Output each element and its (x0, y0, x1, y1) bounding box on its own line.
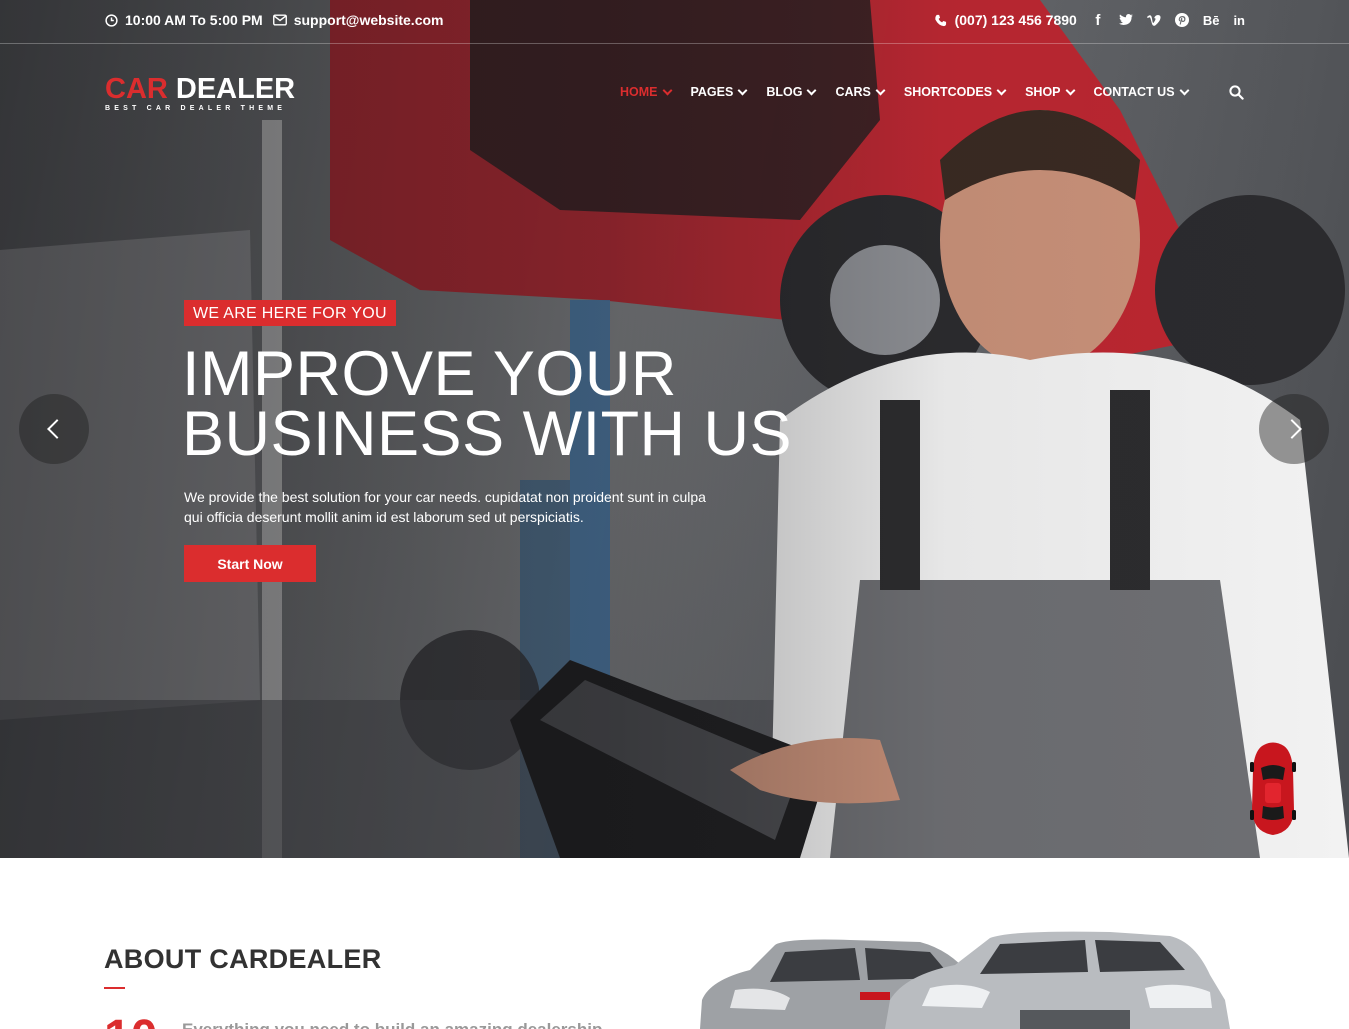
nav-item-contact-us[interactable]: CONTACT US (1093, 85, 1189, 99)
about-title-underline (104, 987, 125, 989)
chevron-down-icon (737, 85, 748, 95)
chevron-down-icon (807, 85, 817, 95)
about-cars-image (690, 930, 1235, 1029)
nav-item-pages[interactable]: PAGES (690, 85, 748, 99)
hero-description-line-1: We provide the best solution for your ca… (184, 489, 706, 505)
clock-icon (104, 13, 118, 27)
page: 10:00 AM To 5:00 PM support@website.com … (0, 0, 1349, 1029)
logo-wordmark: CAR DEALER (105, 73, 295, 105)
chevron-down-icon (1179, 85, 1189, 95)
nav-item-label: SHOP (1025, 85, 1061, 99)
back-to-top-car-icon[interactable] (1248, 740, 1298, 838)
top-bar-contact: 10:00 AM To 5:00 PM support@website.com (104, 12, 444, 28)
chevron-right-icon (1281, 419, 1302, 439)
logo-word-car: CAR (105, 73, 168, 105)
top-bar-right: (007) 123 456 7890 f Bē in (934, 12, 1245, 29)
logo-word-dealer: DEALER (167, 73, 296, 105)
hero-badge: WE ARE HERE FOR YOU (184, 300, 396, 326)
hours-text: 10:00 AM To 5:00 PM (125, 12, 263, 28)
nav-item-label: HOME (620, 85, 658, 99)
linkedin-icon[interactable]: in (1233, 13, 1245, 28)
email-item[interactable]: support@website.com (272, 12, 444, 28)
hero-headline-line-2: BUSINESS WITH US (182, 399, 793, 469)
nav-item-label: CONTACT US (1093, 85, 1175, 99)
hero-headline: IMPROVE YOUR BUSINESS WITH US (182, 339, 802, 469)
phone-item[interactable]: (007) 123 456 7890 (934, 12, 1077, 28)
chevron-down-icon (875, 85, 886, 95)
logo-tagline: BEST CAR DEALER THEME (105, 105, 287, 112)
nav-item-label: PAGES (690, 85, 734, 99)
email-link[interactable]: support@website.com (294, 12, 444, 28)
about-number: 10 (104, 1014, 157, 1029)
nav-item-label: CARS (835, 85, 871, 99)
about-title: ABOUT CARDEALER (104, 944, 382, 974)
top-bar: 10:00 AM To 5:00 PM support@website.com … (0, 0, 1349, 44)
chevron-down-icon (662, 85, 672, 95)
hero-description-line-2: qui officia deserunt mollit anim id est … (184, 508, 584, 525)
hero-slider: 10:00 AM To 5:00 PM support@website.com … (0, 0, 1349, 858)
search-icon[interactable] (1229, 85, 1245, 101)
nav-item-home[interactable]: HOME (620, 85, 672, 99)
chevron-left-icon (46, 419, 67, 439)
behance-icon[interactable]: Bē (1203, 13, 1220, 28)
main-navigation: HOME PAGES BLOG CARS SHORTCODES SHOP CON… (620, 85, 1208, 99)
slider-next-button[interactable] (1259, 394, 1329, 464)
nav-item-label: SHORTCODES (903, 85, 993, 99)
chevron-down-icon (1065, 85, 1075, 95)
twitter-icon[interactable] (1118, 13, 1133, 27)
site-logo[interactable]: CAR DEALER BEST CAR DEALER THEME (105, 73, 295, 115)
pinterest-icon[interactable] (1174, 13, 1189, 27)
slider-prev-button[interactable] (19, 394, 89, 464)
chevron-down-icon (996, 85, 1007, 95)
nav-item-shop[interactable]: SHOP (1025, 85, 1075, 99)
hours-item: 10:00 AM To 5:00 PM (104, 12, 263, 28)
about-text: Everything you need to build an amazing … (182, 1020, 602, 1029)
phone-icon (934, 13, 948, 27)
nav-item-shortcodes[interactable]: SHORTCODES (903, 85, 1007, 99)
phone-text[interactable]: (007) 123 456 7890 (955, 12, 1077, 28)
nav-item-cars[interactable]: CARS (835, 85, 886, 99)
nav-item-blog[interactable]: BLOG (766, 85, 817, 99)
nav-item-label: BLOG (766, 85, 803, 99)
facebook-icon[interactable]: f (1091, 12, 1105, 29)
start-now-button[interactable]: Start Now (184, 545, 316, 582)
hero-description: We provide the best solution for your ca… (184, 488, 754, 527)
envelope-icon (272, 13, 287, 27)
vimeo-icon[interactable] (1146, 13, 1161, 27)
hero-headline-line-1: IMPROVE YOUR (182, 339, 677, 409)
